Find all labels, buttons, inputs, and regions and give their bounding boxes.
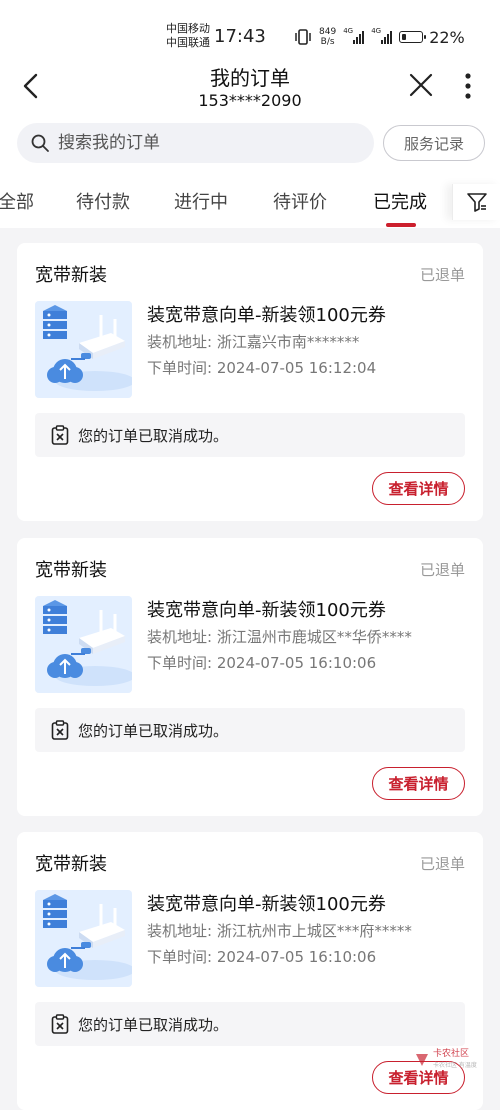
service-records-button[interactable]: 服务记录 — [383, 125, 485, 161]
clipboard-cancel-icon — [51, 720, 69, 740]
vibrate-icon — [295, 29, 311, 45]
install-address: 装机地址: 浙江嘉兴市南******* — [147, 333, 360, 351]
order-card[interactable]: 宽带新装 已退单 — [17, 538, 483, 816]
net-speed-unit: B/s — [320, 37, 335, 47]
cancel-notice: 您的订单已取消成功。 — [35, 708, 465, 752]
clipboard-cancel-icon — [51, 1014, 69, 1034]
net-speed-value: 849 — [319, 27, 337, 37]
cancel-notice-text: 您的订单已取消成功。 — [78, 426, 229, 445]
account-phone: 153****2090 — [198, 91, 302, 110]
filter-icon — [467, 193, 487, 212]
broadband-image — [35, 301, 132, 398]
search-icon — [31, 134, 49, 152]
order-status: 已退单 — [419, 855, 465, 873]
order-time: 下单时间: 2024-07-05 16:10:06 — [147, 654, 377, 672]
battery-fill — [402, 34, 407, 40]
order-status: 已退单 — [419, 266, 465, 284]
filter-button[interactable] — [452, 184, 500, 220]
order-type: 宽带新装 — [35, 854, 107, 875]
view-details-button[interactable]: 查看详情 — [372, 472, 465, 505]
more-vertical-icon — [465, 73, 471, 99]
view-details-button[interactable]: 查看详情 — [372, 767, 465, 800]
router-illustration — [35, 890, 132, 987]
signal-tag-1: 4G — [343, 27, 354, 35]
clipboard-cancel-icon — [51, 425, 69, 445]
more-button[interactable] — [456, 70, 480, 102]
cancel-notice: 您的订单已取消成功。 — [35, 1002, 465, 1046]
cancel-notice-text: 您的订单已取消成功。 — [78, 1015, 229, 1034]
signal-icon: 4G — [343, 27, 365, 44]
watermark-subtitle: 卡农社区 有温度 — [433, 1062, 477, 1069]
watermark-title: 卡农社区 — [433, 1049, 470, 1059]
tab-pending-payment[interactable]: 待付款 — [76, 188, 130, 214]
tab-in-progress[interactable]: 进行中 — [174, 188, 228, 214]
carrier-1: 中国移动 — [166, 22, 210, 35]
order-card[interactable]: 宽带新装 已退单 — [17, 243, 483, 521]
active-tab-indicator — [386, 223, 416, 227]
search-bar[interactable] — [17, 123, 374, 163]
broadband-image — [35, 596, 132, 693]
search-input[interactable] — [58, 133, 348, 153]
cancel-notice: 您的订单已取消成功。 — [35, 413, 465, 457]
status-bar: 中国移动 中国联通 17:43 849 B/s 4G 4G 22% — [0, 0, 500, 58]
order-type: 宽带新装 — [35, 560, 107, 581]
chevron-left-icon — [23, 73, 38, 99]
order-time: 下单时间: 2024-07-05 16:12:04 — [147, 359, 377, 377]
watermark: 卡农社区 卡农社区 有温度 — [414, 1042, 498, 1078]
kanong-logo-icon — [416, 1054, 428, 1066]
order-title: 装宽带意向单-新装领100元券 — [147, 894, 386, 915]
install-address: 装机地址: 浙江杭州市上城区***府***** — [147, 922, 412, 940]
page-title: 我的订单 — [210, 66, 290, 90]
battery-percent: 22% — [429, 27, 465, 47]
order-title: 装宽带意向单-新装领100元券 — [147, 305, 386, 326]
order-type: 宽带新装 — [35, 265, 107, 286]
tab-pending-review[interactable]: 待评价 — [273, 188, 327, 214]
install-address: 装机地址: 浙江温州市鹿城区**华侨**** — [147, 628, 412, 646]
carrier-2: 中国联通 — [166, 36, 210, 49]
cancel-notice-text: 您的订单已取消成功。 — [78, 721, 229, 740]
carrier-names: 中国移动 中国联通 — [166, 22, 210, 50]
signal-icon: 4G — [371, 27, 393, 44]
watermark-text: 卡农社区 卡农社区 有温度 — [433, 1049, 477, 1071]
signal-tag-2: 4G — [371, 27, 382, 35]
broadband-image — [35, 890, 132, 987]
order-status: 已退单 — [419, 561, 465, 579]
back-button[interactable] — [16, 70, 48, 102]
battery-icon — [399, 31, 427, 43]
status-time: 17:43 — [214, 26, 266, 47]
order-title: 装宽带意向单-新装领100元券 — [147, 600, 386, 621]
tab-completed[interactable]: 已完成 — [373, 188, 427, 214]
battery-indicator: 22% — [399, 28, 465, 47]
router-illustration — [35, 301, 132, 398]
net-speed: 849 B/s — [319, 27, 336, 47]
router-illustration — [35, 596, 132, 693]
status-indicators: 849 B/s 4G 4G 22% — [294, 24, 465, 50]
tab-all[interactable]: 全部 — [0, 188, 34, 214]
order-time: 下单时间: 2024-07-05 16:10:06 — [147, 948, 377, 966]
close-icon — [409, 73, 433, 97]
order-tabs: 全部 待付款 进行中 待评价 已完成 — [0, 176, 450, 228]
close-button[interactable] — [404, 70, 438, 102]
